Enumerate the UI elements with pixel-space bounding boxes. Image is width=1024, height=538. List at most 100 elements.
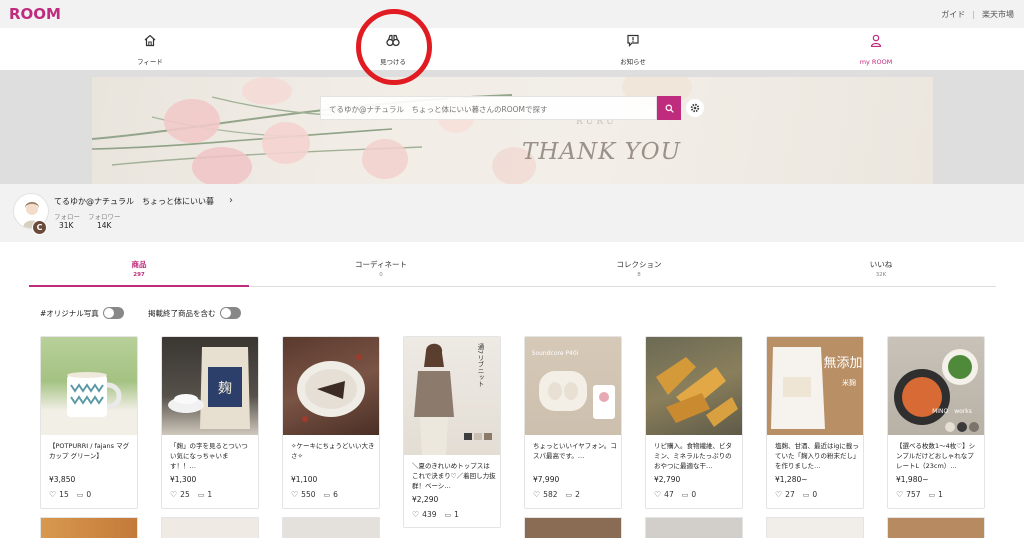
product-name[interactable]: リピ購入。食物繊維、ビタミン、ミネラルたっぷりのおやつに最適な干… (654, 441, 738, 471)
earphone-case-illustration: Soundcore P40i (532, 350, 615, 419)
product-image[interactable]: 無添加 米麹 (767, 337, 863, 435)
like-count: 582 (543, 490, 558, 499)
like-count: 25 (180, 490, 190, 499)
comment-icon[interactable]: ▭ (77, 491, 84, 499)
notification-icon (627, 34, 639, 47)
product-card-next-row[interactable] (161, 517, 259, 538)
comment-icon[interactable]: ▭ (566, 491, 573, 499)
comment-count: 0 (86, 490, 92, 499)
nav-notifications[interactable]: お知らせ (593, 34, 673, 68)
room-search-input[interactable] (321, 98, 656, 121)
product-stats: ♡ 550 ▭ 6 (291, 490, 338, 499)
tab-coordinate[interactable]: コーディネート 0 (321, 259, 441, 278)
comment-icon[interactable]: ▭ (803, 491, 810, 499)
product-name[interactable]: 【POTPURRI / fajans マグカップ グリーン】 (49, 441, 133, 471)
nav-feed[interactable]: フィード (110, 34, 190, 68)
svg-text:MINO works: MINO works (932, 408, 972, 415)
like-count: 15 (59, 490, 69, 499)
product-card[interactable]: リピ購入。食物繊維、ビタミン、ミネラルたっぷりのおやつに最適な干… ¥2,790… (645, 336, 743, 509)
product-price: ¥3,850 (49, 475, 76, 484)
knit-top-illustration: 通7リブニット (414, 342, 492, 455)
product-card-next-row[interactable] (887, 517, 985, 538)
heart-icon[interactable]: ♡ (49, 490, 56, 499)
cake-plate-illustration (297, 354, 365, 422)
follow-count[interactable]: 31K (59, 221, 73, 230)
heart-icon[interactable]: ♡ (170, 490, 177, 499)
tab-products-label: 商品 (131, 260, 147, 269)
product-card-next-row[interactable] (766, 517, 864, 538)
product-card-next-row[interactable] (40, 517, 138, 538)
product-name[interactable]: ✧ケーキにちょうどいい大きさ✧ (291, 441, 375, 471)
comment-icon[interactable]: ▭ (445, 511, 452, 519)
flower-blossom (242, 77, 292, 105)
product-image[interactable] (646, 337, 742, 435)
product-name[interactable]: 【選べる枚数1〜4枚♡】シンプルだけどおしゃれなプレートL（23cm）… (896, 441, 980, 471)
product-card[interactable]: 麹 「麹」の字を見るとついつい気になっちゃいます！！… ¥1,300 ♡ 25 ▭… (161, 336, 259, 509)
ended-items-toggle[interactable] (219, 307, 241, 319)
comment-icon[interactable]: ▭ (929, 491, 936, 499)
annotation-highlight-circle (356, 9, 432, 85)
product-card[interactable]: MINO works 【選べる枚数1〜4枚♡】シンプルだけどおしゃれなプレートL… (887, 336, 985, 509)
heart-icon[interactable]: ♡ (896, 490, 903, 499)
product-card-next-row[interactable] (524, 517, 622, 538)
original-photo-label: #オリジナル写真 (40, 308, 99, 318)
tab-products[interactable]: 商品 297 (79, 259, 199, 278)
content-tabs: 商品 297 コーディネート 0 コレクション 8 いいね 32K (0, 242, 1024, 297)
product-card[interactable]: Soundcore P40i ちょっといいイヤフォン。コスパ最高です。… ¥7,… (524, 336, 622, 509)
comment-count: 1 (938, 490, 943, 499)
home-icon (144, 34, 156, 47)
product-card[interactable]: 通7リブニット ＼夏のきれいめトップスはこれで決まり♡／着回し力抜群！ベーシ… … (403, 336, 501, 528)
product-image[interactable] (283, 337, 379, 435)
product-stats: ♡ 27 ▭ 0 (775, 490, 817, 499)
product-image[interactable]: 通7リブニット (404, 337, 500, 455)
follower-label: フォロワー (88, 213, 121, 221)
product-card[interactable]: 無添加 米麹 塩麹、甘酒、最近はigに載っていた「麹入りの粉末だし」を作りました… (766, 336, 864, 509)
original-photo-toggle[interactable] (102, 307, 124, 319)
top-bar: ROOM ガイド | 楽天市場 (0, 0, 1024, 28)
search-button[interactable] (657, 96, 681, 120)
product-name[interactable]: 塩麹、甘酒、最近はigに載っていた「麹入りの粉末だし」を作りました… (775, 441, 859, 471)
nav-my-room[interactable]: my ROOM (836, 34, 916, 68)
product-card[interactable]: ✧ケーキにちょうどいい大きさ✧ ¥1,100 ♡ 550 ▭ 6 (282, 336, 380, 509)
product-card-next-row[interactable] (282, 517, 380, 538)
guide-link[interactable]: ガイド (941, 10, 965, 19)
product-stats: ♡ 47 ▭ 0 (654, 490, 696, 499)
tab-collection-label: コレクション (616, 260, 662, 269)
heart-icon[interactable]: ♡ (412, 510, 419, 519)
follow-label: フォロー (54, 213, 80, 221)
heart-icon[interactable]: ♡ (533, 490, 540, 499)
product-price: ¥1,980~ (896, 475, 929, 484)
tab-coordinate-label: コーディネート (355, 260, 407, 269)
product-name[interactable]: ちょっといいイヤフォン。コスパ最高です。… (533, 441, 617, 471)
comment-icon[interactable]: ▭ (324, 491, 331, 499)
room-search-box (320, 96, 657, 121)
chevron-right-icon[interactable]: › (229, 195, 233, 206)
product-price: ¥1,280~ (775, 475, 808, 484)
settings-button[interactable] (686, 99, 704, 117)
product-name[interactable]: ＼夏のきれいめトップスはこれで決まり♡／着回し力抜群！ベーシ… (412, 461, 496, 491)
product-image[interactable]: 麹 (162, 337, 258, 435)
follower-count[interactable]: 14K (97, 221, 111, 230)
heart-icon[interactable]: ♡ (654, 490, 661, 499)
tab-likes[interactable]: いいね 32K (821, 259, 941, 278)
product-price: ¥2,790 (654, 475, 681, 484)
product-image[interactable]: Soundcore P40i (525, 337, 621, 435)
plate-food-illustration: MINO works (894, 349, 979, 432)
tab-likes-label: いいね (869, 260, 893, 269)
room-logo[interactable]: ROOM (9, 5, 61, 23)
comment-count: 2 (575, 490, 580, 499)
product-card[interactable]: 【POTPURRI / fajans マグカップ グリーン】 ¥3,850 ♡ 1… (40, 336, 138, 509)
product-image[interactable] (41, 337, 137, 435)
product-name[interactable]: 「麹」の字を見るとついつい気になっちゃいます！！… (170, 441, 254, 471)
tab-collection[interactable]: コレクション 8 (579, 259, 699, 278)
product-image[interactable]: MINO works (888, 337, 984, 435)
heart-icon[interactable]: ♡ (291, 490, 298, 499)
tab-likes-count: 32K (875, 272, 887, 278)
product-card-next-row[interactable] (645, 517, 743, 538)
rakuten-ichiba-link[interactable]: 楽天市場 (982, 10, 1014, 19)
comment-icon[interactable]: ▭ (198, 491, 205, 499)
tab-products-count: 297 (133, 272, 145, 278)
heart-icon[interactable]: ♡ (775, 490, 782, 499)
comment-icon[interactable]: ▭ (682, 491, 689, 499)
profile-name[interactable]: てるゆか@ナチュラル ちょっと体にいい暮 (54, 196, 214, 207)
